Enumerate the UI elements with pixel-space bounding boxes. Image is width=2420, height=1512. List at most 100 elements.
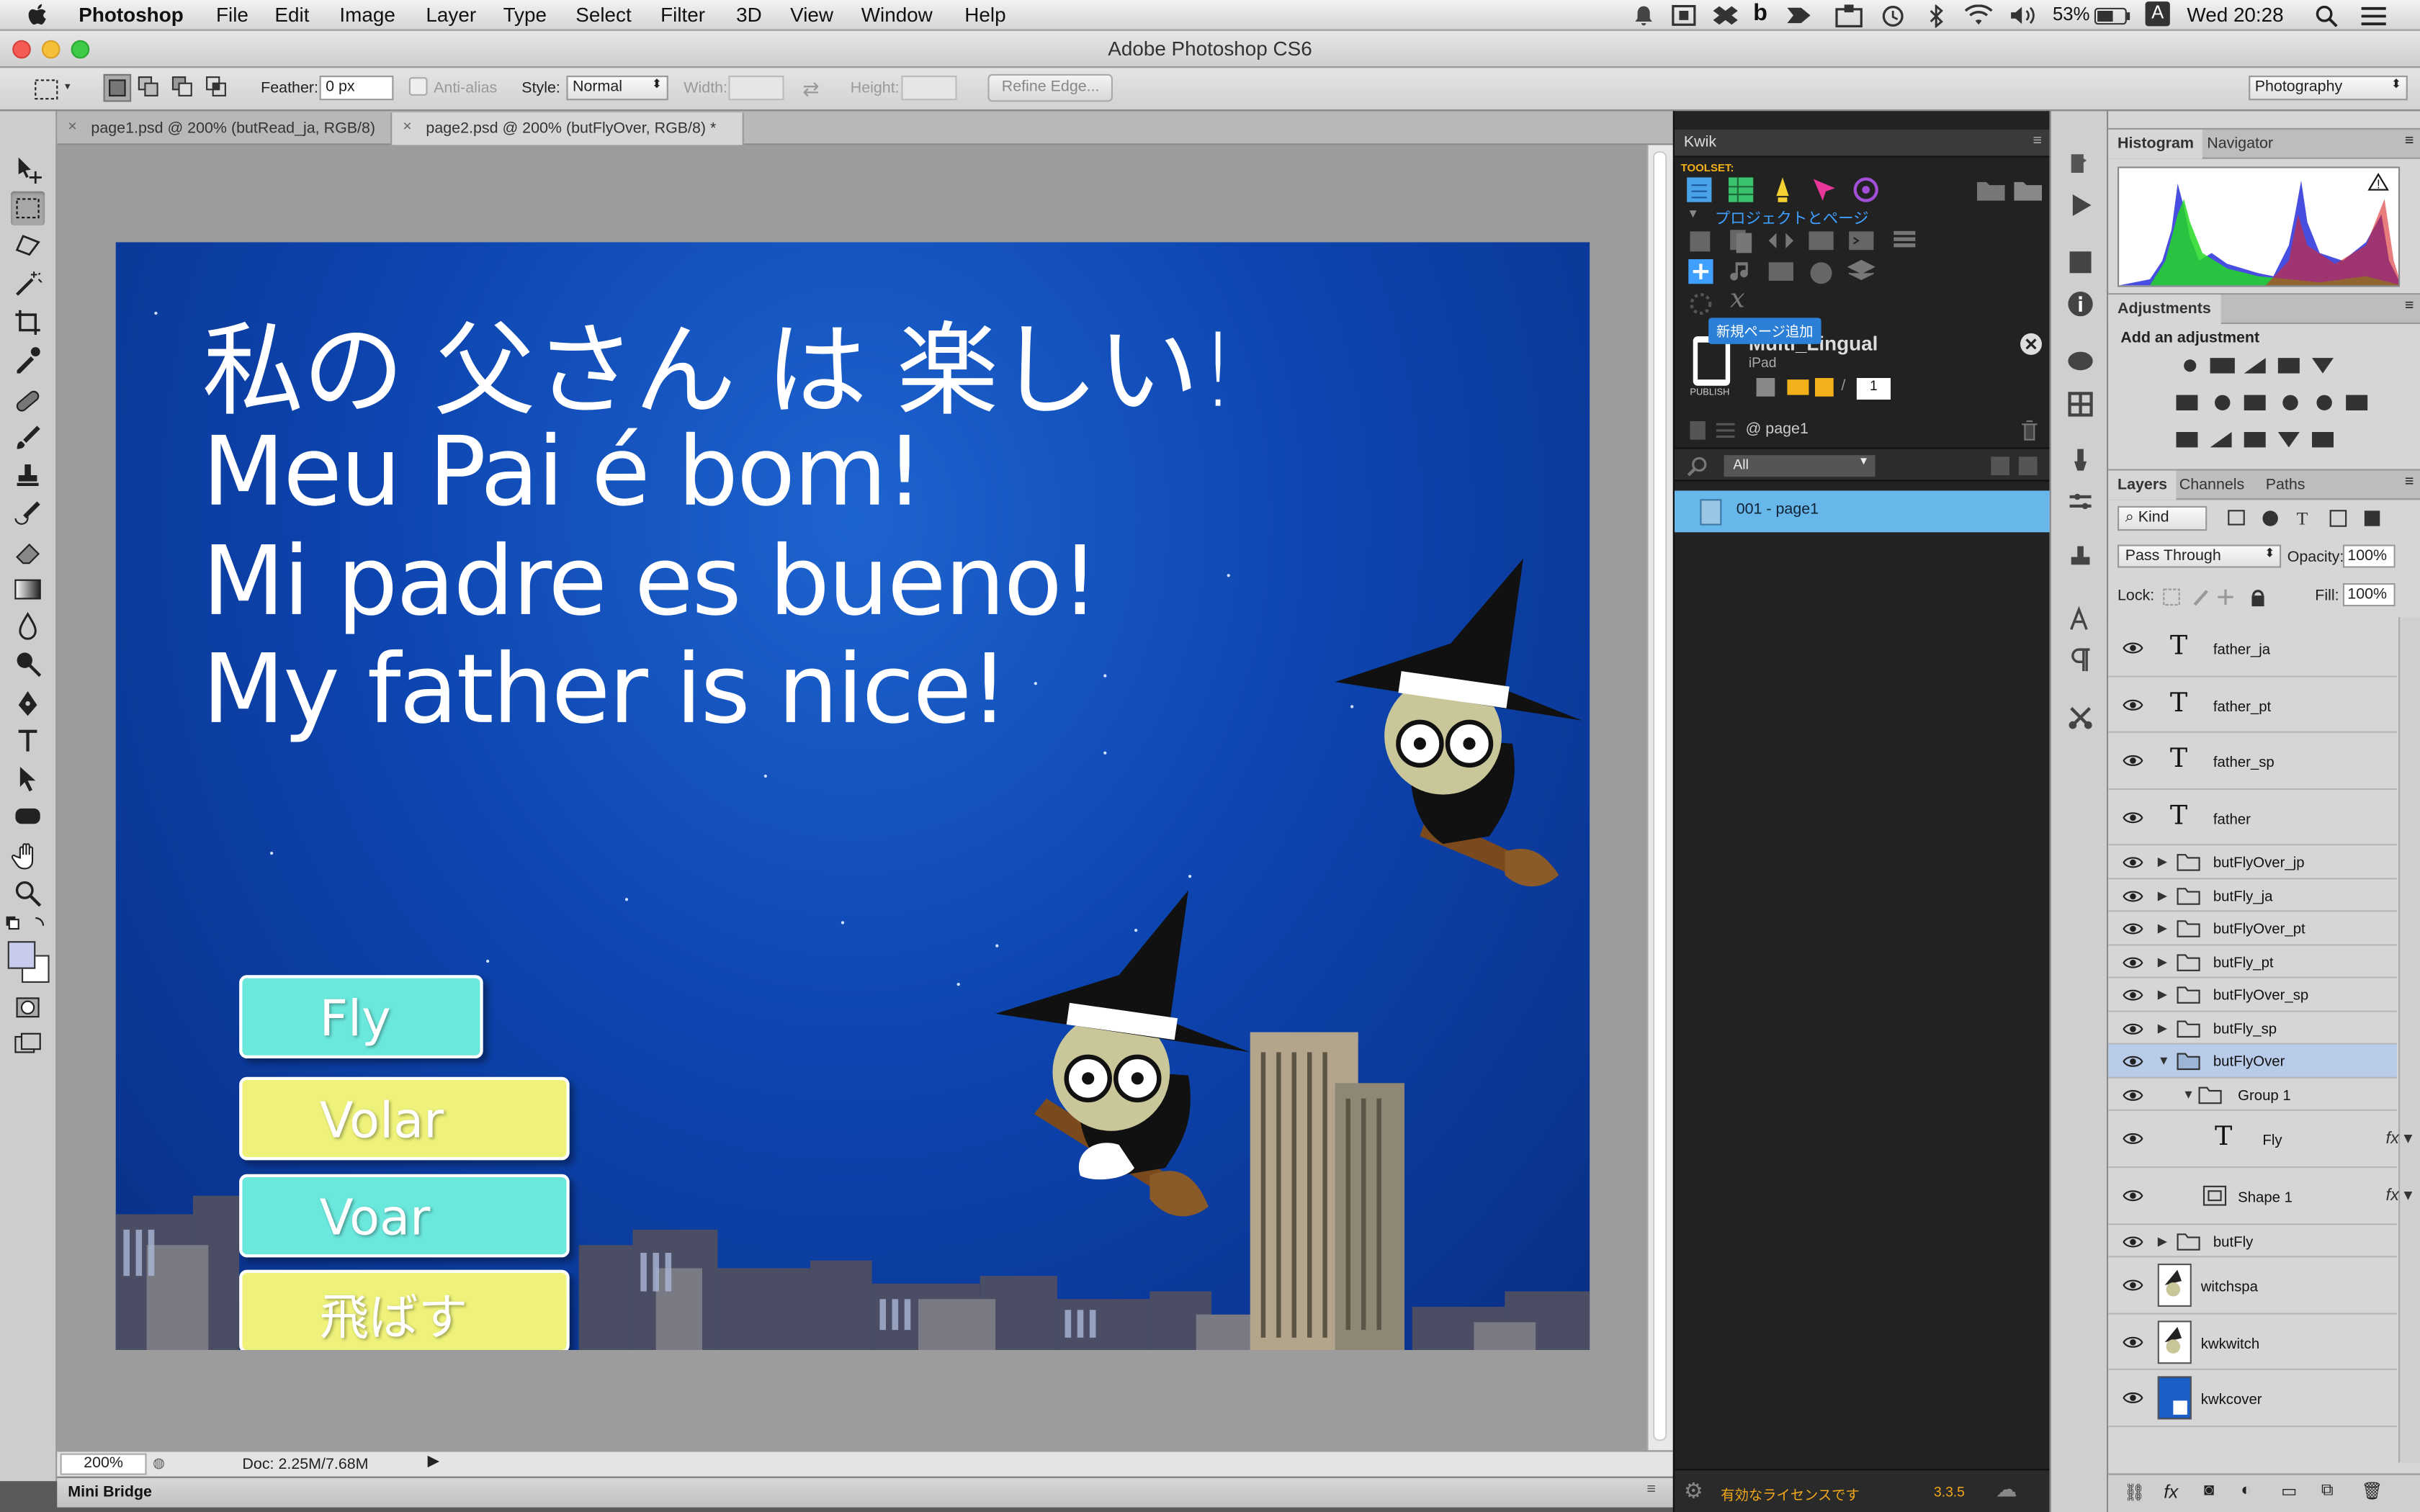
layer-effects-icon[interactable]: fx ▾ [2386, 1185, 2413, 1205]
menu-file[interactable]: File [216, 3, 248, 26]
dropbox-icon[interactable] [1713, 4, 1738, 26]
new-adjustment-icon[interactable]: ◐ [2241, 1481, 2251, 1500]
layers-list-icon[interactable] [1726, 174, 1757, 205]
swap-icon[interactable]: ⇄ [802, 77, 819, 102]
intersect-selection-button[interactable] [204, 74, 232, 102]
status-menu-arrow-icon[interactable]: ▶ [428, 1454, 440, 1471]
new-layer-icon[interactable]: ⧉ [2321, 1481, 2334, 1501]
blend-mode-select[interactable]: Pass Through ⬍ [2118, 544, 2282, 568]
brightness-contrast-icon[interactable] [2176, 352, 2204, 380]
proof-icon[interactable]: ◍ [153, 1455, 165, 1472]
bell-icon[interactable] [1633, 4, 1654, 26]
crop-tool[interactable] [11, 305, 45, 339]
filter-kind-select[interactable]: ⌕ Kind [2118, 505, 2208, 531]
expand-triangle-icon[interactable]: ▶ [2158, 921, 2167, 935]
layer-comps-icon[interactable] [2065, 247, 2096, 278]
stack-icon[interactable] [1891, 227, 1919, 255]
menu-edit[interactable]: Edit [274, 3, 309, 26]
layer-row[interactable]: T father_ja [2108, 620, 2397, 678]
menu-type[interactable]: Type [503, 3, 547, 26]
marquee-preset-icon[interactable] [31, 76, 65, 104]
add-mask-icon[interactable]: ◙ [2204, 1481, 2214, 1500]
visibility-eye-icon[interactable] [2122, 698, 2143, 713]
layer-row[interactable]: ▶ butFlyOver_sp [2108, 978, 2397, 1012]
quick-mask-icon[interactable] [11, 991, 45, 1025]
healing-brush-tool[interactable] [11, 384, 45, 418]
layer-row[interactable]: T father_pt [2108, 677, 2397, 733]
notification-center-icon[interactable] [2361, 6, 2386, 27]
width-input[interactable] [728, 76, 784, 101]
expand-triangle-icon[interactable]: ▶ [2158, 855, 2167, 868]
page-add-icon[interactable] [1687, 227, 1715, 255]
add-style-icon[interactable]: fx [2164, 1481, 2178, 1503]
new-group-icon[interactable]: ▭ [2281, 1481, 2297, 1501]
tab-paths[interactable]: Paths [2257, 471, 2315, 500]
zoom-level-input[interactable]: 200% [60, 1453, 147, 1475]
foreground-color-swatch[interactable] [7, 941, 36, 969]
clock[interactable]: Wed 20:28 [2187, 3, 2283, 26]
screen-mode-icon[interactable] [11, 1027, 45, 1061]
workspace-select[interactable]: Photography ⬍ [2249, 76, 2408, 101]
collapse-triangle-icon[interactable]: ▼ [2158, 1054, 2170, 1068]
visibility-eye-icon[interactable] [2122, 1131, 2143, 1146]
visibility-eye-icon[interactable] [2122, 987, 2143, 1002]
visibility-eye-icon[interactable] [2122, 921, 2143, 936]
pen-tool[interactable] [11, 687, 45, 721]
visibility-eye-icon[interactable] [2122, 1188, 2143, 1203]
path-selection-tool[interactable] [11, 762, 45, 796]
layer-row[interactable]: T father_sp [2108, 732, 2397, 791]
variable-icon[interactable]: x [1730, 284, 1745, 315]
navigate-icon[interactable] [1767, 227, 1796, 255]
volume-icon[interactable] [2009, 4, 2038, 26]
layer-row[interactable]: Shape 1 fx ▾ [2108, 1168, 2412, 1225]
delete-layer-icon[interactable]: 🗑 [2362, 1481, 2383, 1501]
character-panel-icon[interactable] [2065, 605, 2096, 636]
interaction-icon[interactable] [1809, 174, 1839, 205]
visibility-eye-icon[interactable] [2122, 1277, 2143, 1292]
export-icon[interactable] [1785, 377, 1810, 398]
subtract-selection-button[interactable] [170, 74, 198, 102]
tab-channels[interactable]: Channels [2170, 471, 2254, 500]
zoom-tool[interactable] [11, 876, 45, 910]
refine-edge-button[interactable]: Refine Edge... [987, 73, 1113, 102]
menu-3d[interactable]: 3D [736, 3, 762, 26]
layer-row[interactable]: ▶ butFlyOver_pt [2108, 912, 2397, 946]
terminal-icon[interactable] [1847, 227, 1876, 255]
history-panel-icon[interactable] [2065, 148, 2096, 179]
brush-presets-icon[interactable] [2065, 444, 2096, 475]
menu-filter[interactable]: Filter [660, 3, 705, 26]
lock-icons[interactable] [2161, 586, 2284, 608]
document-canvas[interactable]: 私の 父さん は 楽しい! Meu Pai é bom! Mi padre es… [115, 242, 1590, 1350]
visibility-eye-icon[interactable] [2122, 753, 2143, 768]
tab-adjustments[interactable]: Adjustments [2108, 294, 2220, 324]
expand-triangle-icon[interactable]: ▶ [2158, 987, 2167, 1001]
paragraph-panel-icon[interactable] [2065, 645, 2096, 676]
blur-tool[interactable] [11, 609, 45, 643]
antialias-checkbox[interactable] [408, 77, 428, 96]
menu-help[interactable]: Help [964, 3, 1005, 26]
brush-panel-icon[interactable] [2065, 486, 2096, 517]
layer-row[interactable]: witchspa [2108, 1257, 2397, 1315]
animation-icon[interactable] [1767, 174, 1798, 205]
swatches-panel-icon[interactable] [2065, 389, 2096, 420]
opacity-input[interactable]: 100% [2342, 544, 2396, 568]
audio-icon[interactable] [1727, 258, 1755, 286]
visibility-eye-icon[interactable] [2122, 855, 2143, 870]
style-select[interactable]: Normal ⬍ [566, 76, 668, 101]
menu-layer[interactable]: Layer [426, 3, 476, 26]
color-panel-icon[interactable] [2065, 346, 2096, 377]
settings-icon[interactable] [1754, 377, 1776, 398]
list-icon[interactable] [1715, 420, 1736, 441]
open-folder-icon[interactable] [2012, 177, 2043, 202]
clone-stamp-tool[interactable] [11, 460, 45, 494]
b-app-icon[interactable]: b [1753, 0, 1767, 26]
bluetooth-icon[interactable] [1930, 4, 1945, 28]
arrow-app-icon[interactable] [1785, 6, 1814, 25]
rectangle-shape-tool[interactable] [11, 799, 45, 833]
link-layers-icon[interactable]: ⛓ [2124, 1482, 2146, 1503]
expand-triangle-icon[interactable]: ▶ [2158, 888, 2167, 902]
brush-tool[interactable] [11, 421, 45, 455]
eraser-tool[interactable] [11, 536, 45, 570]
default-colors-icon[interactable] [4, 914, 50, 935]
layer-row[interactable]: ▼ Group 1 [2108, 1078, 2397, 1111]
